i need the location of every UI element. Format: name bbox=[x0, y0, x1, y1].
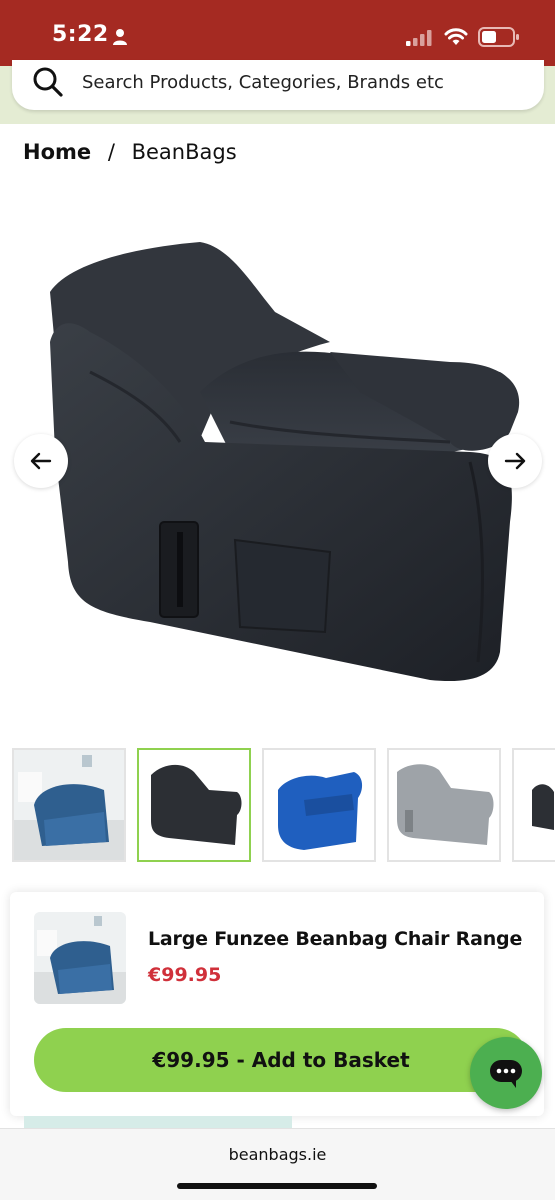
chat-bubble-icon bbox=[490, 1060, 522, 1088]
hidden-content-strip bbox=[24, 1116, 292, 1128]
search-input[interactable] bbox=[82, 60, 522, 104]
breadcrumb: Home / BeanBags bbox=[23, 140, 237, 164]
product-thumbnail-image bbox=[34, 912, 126, 1004]
product-price: €99.95 bbox=[148, 964, 222, 986]
status-bar: 5:22 bbox=[0, 0, 555, 66]
previous-image-button[interactable] bbox=[14, 434, 68, 488]
chat-button[interactable] bbox=[470, 1037, 542, 1109]
battery-icon bbox=[478, 27, 519, 47]
add-to-basket-button[interactable]: €99.95 - Add to Basket bbox=[34, 1028, 528, 1092]
person-icon bbox=[113, 29, 127, 45]
sticky-add-to-basket-bar: Large Funzee Beanbag Chair Range €99.95 … bbox=[10, 892, 544, 1116]
product-title: Large Funzee Beanbag Chair Range bbox=[148, 928, 523, 950]
add-to-basket-price: €99.95 bbox=[152, 1048, 230, 1072]
thumbnail-2[interactable] bbox=[137, 748, 251, 862]
breadcrumb-separator: / bbox=[107, 140, 115, 164]
browser-address-bar: beanbags.ie bbox=[0, 1128, 555, 1200]
search-box[interactable] bbox=[12, 60, 544, 110]
thumbnail-1[interactable] bbox=[12, 748, 126, 862]
thumbnail-5[interactable] bbox=[512, 748, 555, 862]
thumbnail-royal-blue-image bbox=[264, 750, 374, 860]
thumbnail-grey-image bbox=[389, 750, 499, 860]
search-bar-area bbox=[0, 60, 555, 124]
thumbnail-black-image bbox=[139, 750, 249, 860]
breadcrumb-current[interactable]: BeanBags bbox=[132, 140, 237, 164]
main-product-image[interactable] bbox=[30, 222, 530, 722]
arrow-right-icon bbox=[504, 452, 526, 470]
next-image-button[interactable] bbox=[488, 434, 542, 488]
product-thumbnail bbox=[34, 912, 126, 1004]
wifi-icon bbox=[444, 28, 468, 45]
thumbnail-blue-room-image bbox=[14, 750, 124, 860]
thumbnail-4[interactable] bbox=[387, 748, 501, 862]
thumbnail-strip bbox=[0, 748, 555, 864]
thumbnail-3[interactable] bbox=[262, 748, 376, 862]
status-time: 5:22 bbox=[52, 22, 109, 47]
cellular-signal-icon bbox=[406, 30, 432, 46]
thumbnail-partial-image bbox=[514, 750, 555, 860]
add-to-basket-label: - Add to Basket bbox=[229, 1048, 410, 1072]
arrow-left-icon bbox=[30, 452, 52, 470]
url-text[interactable]: beanbags.ie bbox=[0, 1145, 555, 1164]
breadcrumb-home-link[interactable]: Home bbox=[23, 140, 91, 164]
home-indicator bbox=[177, 1183, 377, 1189]
search-icon[interactable] bbox=[32, 66, 64, 98]
product-page: 5:22 Search Products, Categories, Brands… bbox=[0, 0, 555, 1200]
